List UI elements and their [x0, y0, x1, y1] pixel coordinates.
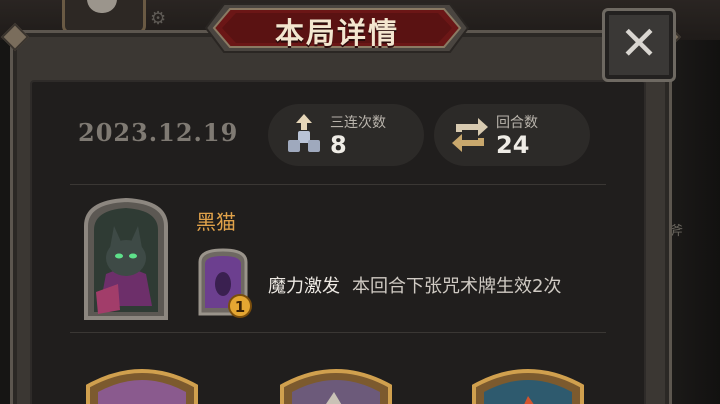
bottom-card-3[interactable] — [466, 362, 590, 404]
game-screen: ⚙ 斧 本局详情 ✕ 2023.12.19 三连次数 8 回合数 24 黑猫 1… — [0, 0, 720, 404]
game-date: 2023.12.19 — [78, 118, 239, 147]
turn-cycle-icon — [452, 118, 488, 152]
stat-label: 三连次数 — [330, 115, 386, 131]
ability-name: 魔力激发 — [268, 276, 340, 297]
stat-turn-count: 回合数 24 — [434, 104, 590, 166]
divider — [70, 332, 606, 333]
gear-icon: ⚙ — [150, 8, 167, 29]
stat-label: 回合数 — [496, 115, 538, 131]
page-title: 本局详情 — [274, 16, 399, 50]
close-button[interactable]: ✕ — [602, 8, 676, 82]
background-badge — [62, 0, 146, 34]
title-banner: 本局详情 — [204, 2, 470, 54]
background-badge-shape — [87, 0, 117, 13]
stat-value: 24 — [496, 131, 530, 159]
stat-triple-count: 三连次数 8 — [268, 104, 424, 166]
stat-value: 8 — [330, 131, 347, 159]
ability-description: 本回合下张咒术牌生效2次 — [352, 276, 562, 297]
close-icon: ✕ — [619, 16, 659, 70]
divider — [70, 184, 606, 185]
spell-card-icon: 1 — [198, 248, 252, 318]
black-cat-portrait-icon — [84, 197, 168, 320]
triple-merge-icon — [288, 114, 320, 152]
bottom-card-1[interactable] — [80, 362, 204, 404]
bottom-card-2[interactable] — [274, 362, 398, 404]
character-name: 黑猫 — [196, 210, 236, 234]
card-level-text: 1 — [235, 298, 245, 316]
